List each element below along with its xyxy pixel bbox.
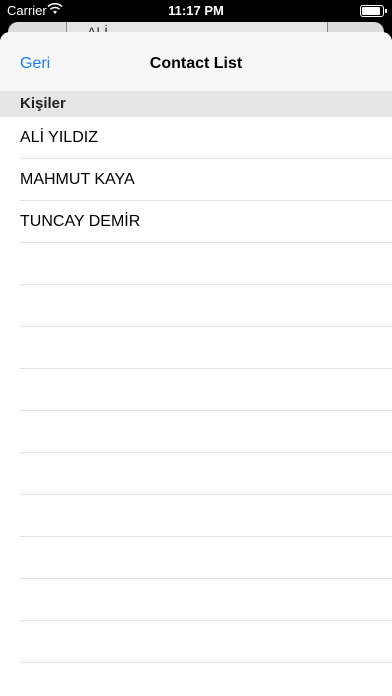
empty-row <box>20 663 392 696</box>
section-header: Kişiler <box>0 91 392 117</box>
navigation-bar: Geri Contact List <box>0 32 392 91</box>
empty-row <box>20 411 392 453</box>
contact-row[interactable]: ALİ YILDIZ <box>20 117 392 159</box>
contact-list: ALİ YILDIZ MAHMUT KAYA TUNCAY DEMİR <box>0 117 392 696</box>
empty-row <box>20 243 392 285</box>
contact-row[interactable]: MAHMUT KAYA <box>20 159 392 201</box>
status-bar: Carrier 11:17 PM <box>0 0 392 22</box>
empty-row <box>20 453 392 495</box>
empty-row <box>20 327 392 369</box>
empty-row <box>20 537 392 579</box>
empty-row <box>20 621 392 663</box>
empty-row <box>20 285 392 327</box>
empty-row <box>20 369 392 411</box>
contact-row[interactable]: TUNCAY DEMİR <box>20 201 392 243</box>
empty-row <box>20 495 392 537</box>
modal-sheet: Geri Contact List Kişiler ALİ YILDIZ MAH… <box>0 32 392 696</box>
status-time: 11:17 PM <box>168 3 224 18</box>
page-title: Contact List <box>149 55 243 72</box>
battery-icon <box>360 5 387 17</box>
empty-row <box>20 579 392 621</box>
